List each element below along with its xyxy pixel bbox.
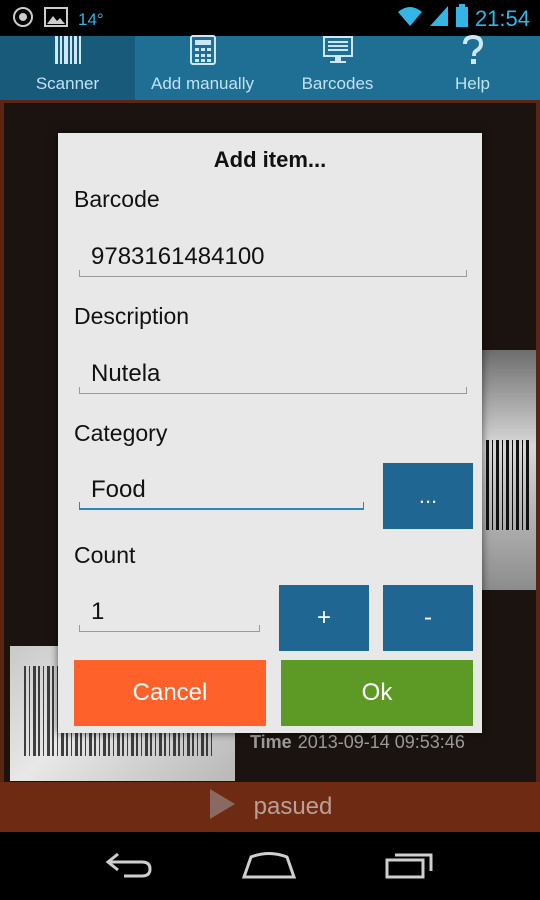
scan-time-value: 2013-09-14 09:53:46 — [297, 732, 465, 752]
signal-icon — [429, 5, 449, 32]
home-icon[interactable] — [241, 849, 297, 884]
count-value: 1 — [91, 598, 105, 625]
sync-icon — [12, 6, 34, 33]
question-icon — [462, 34, 484, 74]
back-icon[interactable] — [104, 850, 154, 883]
barcode-label: Barcode — [74, 186, 160, 212]
add-item-dialog: Add item... Barcode 9783161484100 Descri… — [58, 133, 482, 733]
tab-help[interactable]: Help — [405, 34, 540, 100]
tab-barcodes-label: Barcodes — [301, 74, 374, 93]
recent-apps-icon[interactable] — [384, 849, 436, 884]
dialog-title: Add item... — [213, 147, 327, 172]
tab-help-label: Help — [455, 74, 490, 93]
description-label: Description — [74, 303, 190, 329]
barcode-value: 9783161484100 — [91, 243, 265, 270]
preview-image-right — [480, 350, 536, 590]
ok-button[interactable]: Ok — [281, 660, 473, 726]
count-increment-button[interactable]: + — [279, 585, 369, 651]
category-browse-button[interactable]: ... — [383, 463, 473, 529]
barcode-input[interactable]: 9783161484100 — [79, 237, 467, 277]
scan-time: Time 2013-09-14 09:53:46 — [250, 732, 465, 753]
count-label: Count — [74, 542, 136, 568]
category-value: Food — [91, 476, 146, 503]
calculator-icon — [189, 35, 216, 74]
tab-bar: Scanner Add manually Barcodes Help — [0, 34, 540, 100]
category-label: Category — [74, 420, 168, 446]
play-icon[interactable] — [208, 788, 236, 827]
battery-icon — [455, 4, 469, 33]
scan-time-label: Time — [250, 732, 292, 752]
tab-scanner[interactable]: Scanner — [0, 36, 135, 100]
description-value: Nutela — [91, 360, 161, 387]
tab-add-manually-label: Add manually — [150, 74, 254, 93]
count-decrement-button[interactable]: - — [383, 585, 473, 651]
clock-text: 21:54 — [474, 5, 530, 31]
cancel-button[interactable]: Cancel — [74, 660, 266, 726]
nav-bar — [0, 832, 540, 900]
barcode-icon — [54, 35, 82, 74]
temperature-text: 14° — [78, 9, 104, 29]
image-icon — [44, 7, 68, 32]
tab-barcodes[interactable]: Barcodes — [270, 36, 405, 100]
description-input[interactable]: Nutela — [79, 354, 467, 394]
status-bar: 14° 21:54 — [0, 0, 540, 36]
monitor-icon — [322, 35, 353, 74]
paused-label: pasued — [253, 793, 333, 820]
pause-bar[interactable]: pasued — [0, 782, 540, 832]
category-input[interactable]: Food — [79, 470, 364, 510]
tab-add-manually[interactable]: Add manually — [135, 35, 270, 100]
count-input[interactable]: 1 — [79, 592, 260, 632]
tab-scanner-label: Scanner — [35, 74, 100, 93]
wifi-icon — [397, 5, 423, 32]
